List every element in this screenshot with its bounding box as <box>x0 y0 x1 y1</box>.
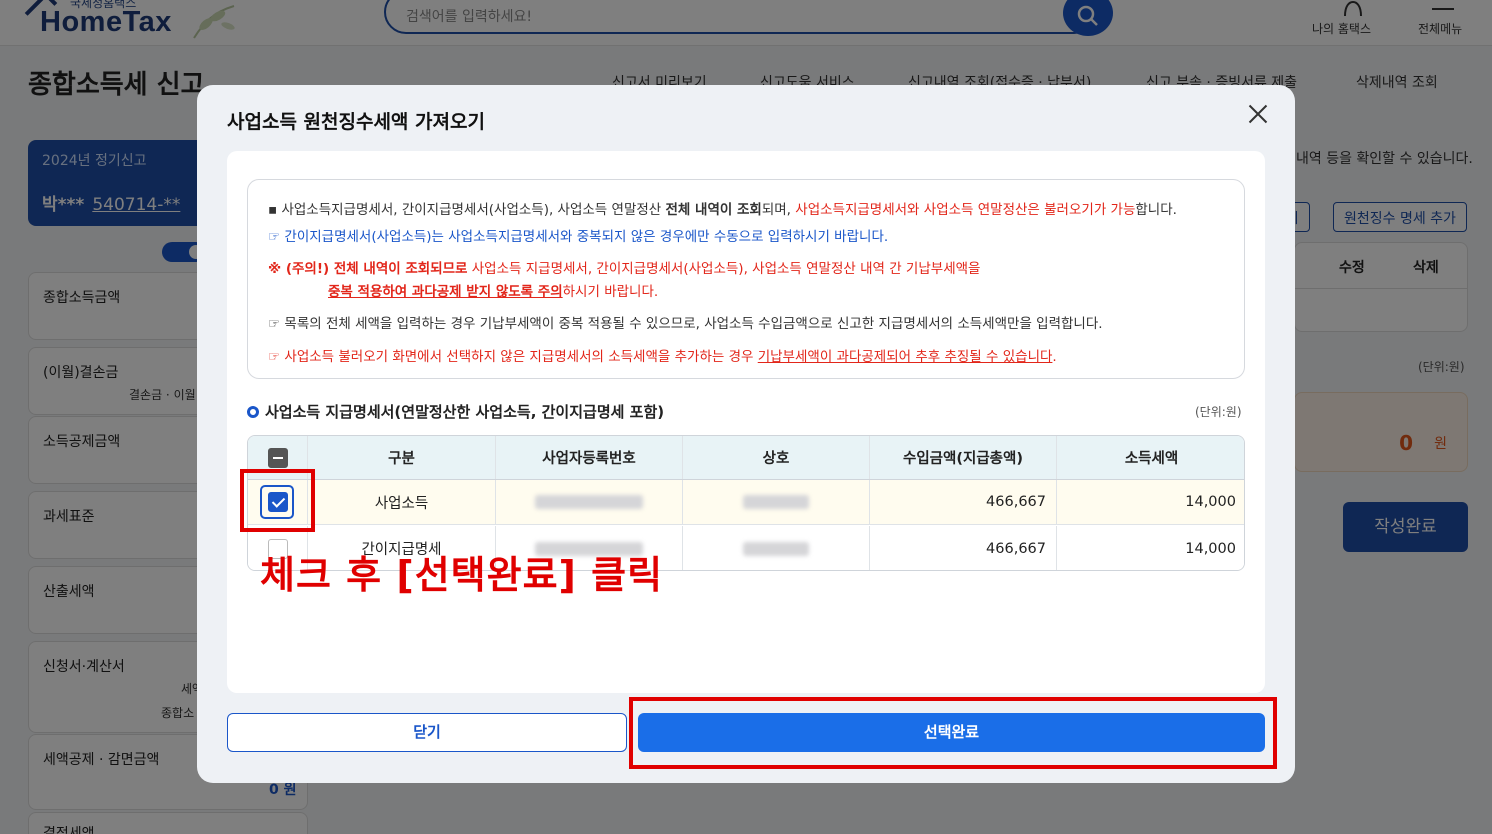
notice-line-4: 중복 적용하여 과다공제 받지 않도록 주의하시기 바랍니다. <box>328 284 659 300</box>
row-income-amount: 466,667 <box>870 480 1057 524</box>
col-income-amount: 수입금액(지급총액) <box>870 436 1057 479</box>
withholding-import-modal: 사업소득 원천징수세액 가져오기 ▪ 사업소득지급명세서, 간이지급명세서(사업… <box>197 85 1295 783</box>
row-company-blurred <box>683 480 870 524</box>
notice-line-2: ☞ 간이지급명세서(사업소득)는 사업소득지급명세서와 중복되지 않은 경우에만… <box>268 229 889 245</box>
table-row[interactable]: 사업소득 466,667 14,000 <box>248 480 1244 525</box>
section-title: 사업소득 지급명세서(연말정산한 사업소득, 간이지급명세 포함) <box>247 401 664 422</box>
unit-label: (단위:원) <box>1195 405 1242 419</box>
checkbox-highlight-box <box>240 469 315 532</box>
notice-line-5: ☞ 목록의 전체 세액을 입력하는 경우 기납부세액이 중복 적용될 수 있으므… <box>268 316 1103 332</box>
col-business-number: 사업자등록번호 <box>496 436 683 479</box>
row-type: 사업소득 <box>308 480 496 524</box>
notice-line-3: ※ (주의!) 전체 내역이 조회되므로 사업소득 지급명세서, 간이지급명세서… <box>268 261 981 277</box>
notice-line-1: ▪ 사업소득지급명세서, 간이지급명세서(사업소득), 사업소득 연말정산 전체… <box>268 202 1177 218</box>
col-company-name: 상호 <box>683 436 870 479</box>
close-icon[interactable] <box>1245 101 1271 127</box>
row-income-tax: 14,000 <box>1185 540 1236 557</box>
instruction-annotation: 체크 후 [선택완료] 클릭 <box>260 553 664 597</box>
row-income-tax: 14,000 <box>1185 494 1236 510</box>
select-all-checkbox[interactable] <box>267 447 288 468</box>
row-business-number-blurred <box>496 480 683 524</box>
modal-title: 사업소득 원천징수세액 가져오기 <box>227 111 485 133</box>
notice-line-6: ☞ 사업소득 불러오기 화면에서 선택하지 않은 지급명세서의 소득세액을 추가… <box>268 349 1057 365</box>
modal-body: ▪ 사업소득지급명세서, 간이지급명세서(사업소득), 사업소득 연말정산 전체… <box>227 151 1265 693</box>
row-company-blurred <box>683 526 870 570</box>
bullet-circle-icon <box>247 406 259 418</box>
col-income-tax: 소득세액 <box>1124 451 1179 467</box>
notice-box: ▪ 사업소득지급명세서, 간이지급명세서(사업소득), 사업소득 연말정산 전체… <box>247 179 1245 379</box>
table-header-row: 구분 사업자등록번호 상호 수입금액(지급총액) 소득세액 <box>248 436 1244 480</box>
col-type: 구분 <box>308 436 496 479</box>
confirm-highlight-box <box>629 697 1277 769</box>
row-income-amount: 466,667 <box>870 526 1057 570</box>
close-button[interactable]: 닫기 <box>227 713 627 752</box>
